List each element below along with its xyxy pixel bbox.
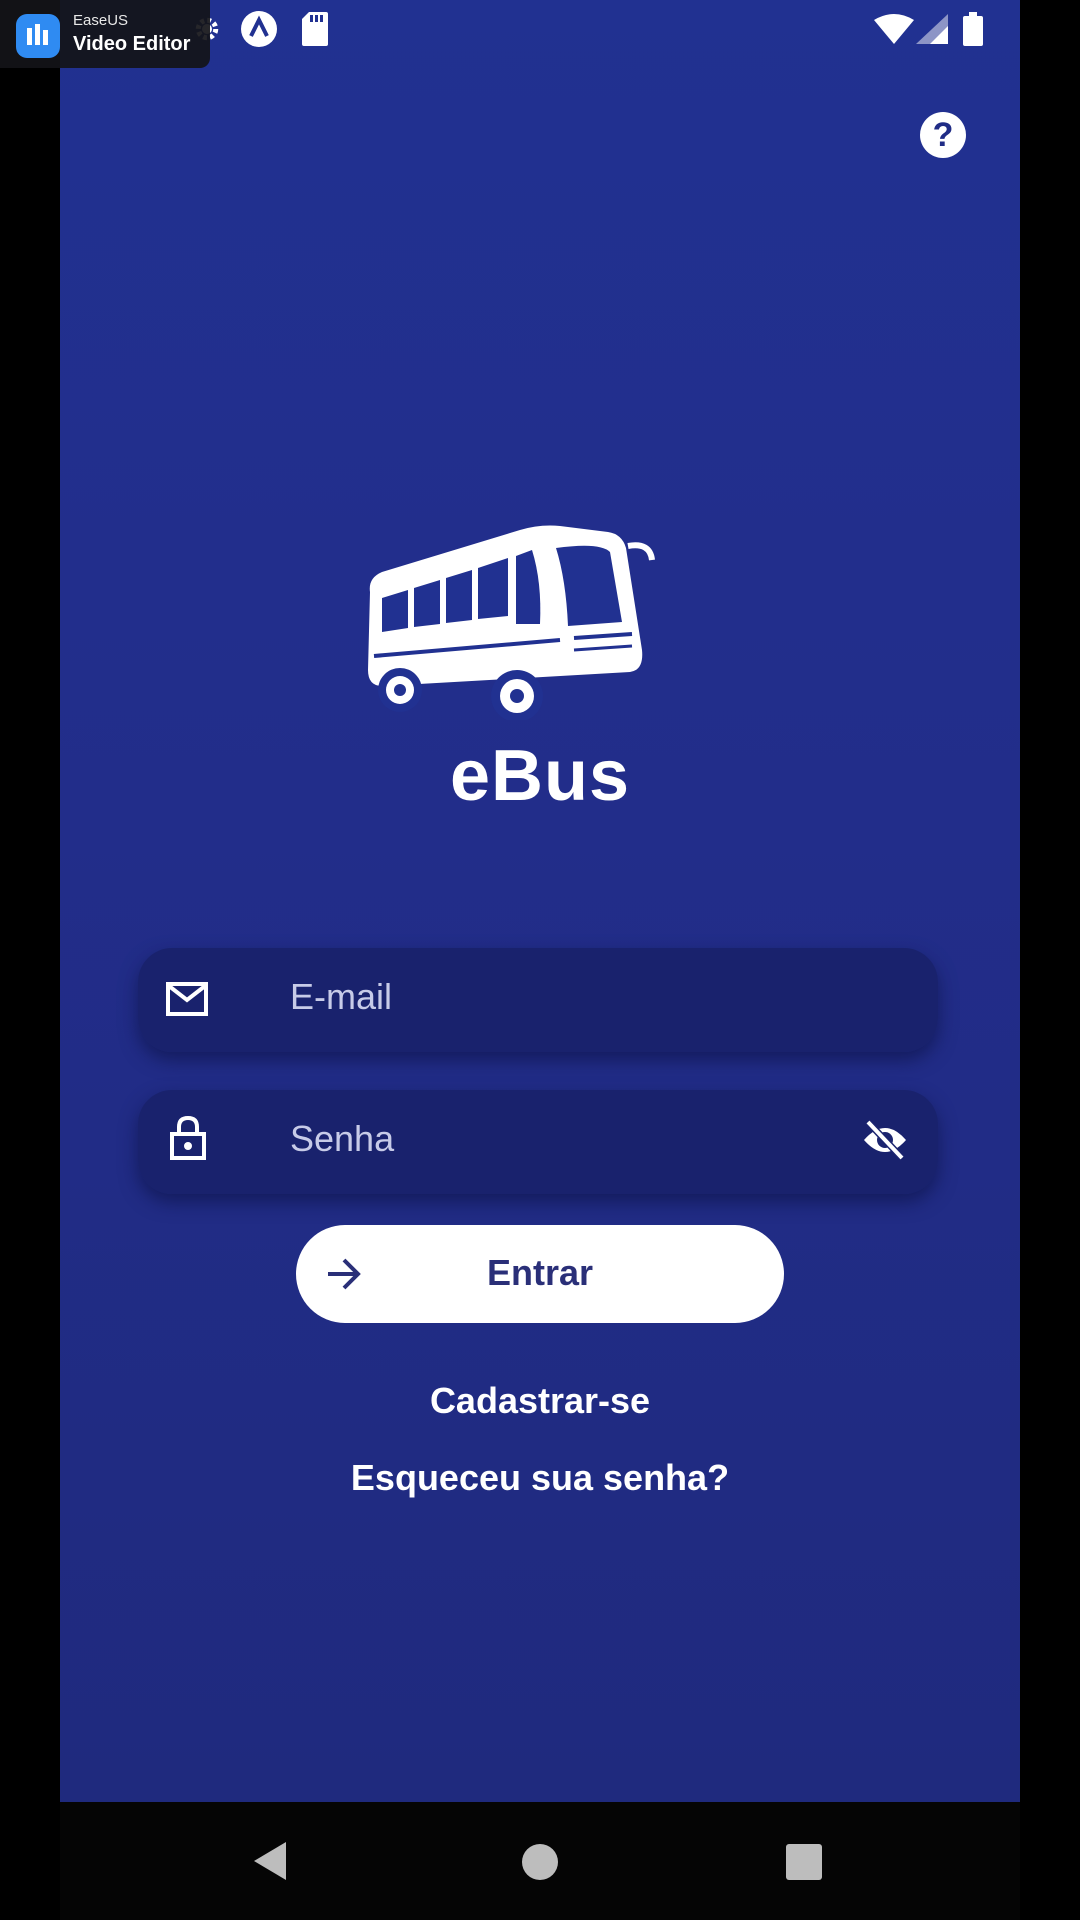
system-navigation-bar	[60, 1802, 1020, 1920]
cellular-signal-icon	[916, 14, 948, 44]
signup-link[interactable]: Cadastrar-se	[60, 1380, 1020, 1422]
email-field[interactable]: E-mail	[138, 948, 938, 1052]
padlock-icon	[170, 1116, 206, 1160]
password-placeholder: Senha	[290, 1118, 395, 1159]
forgot-password-link[interactable]: Esqueceu sua senha?	[60, 1457, 1020, 1499]
wifi-icon	[874, 14, 914, 44]
login-button[interactable]: Entrar	[296, 1225, 784, 1323]
envelope-icon	[166, 982, 208, 1016]
app-name: eBus	[449, 736, 631, 816]
email-placeholder: E-mail	[290, 976, 393, 1017]
recorder-watermark: EaseUS Video Editor	[0, 0, 210, 68]
login-screen: ? eBus E-mail Senha Entrar Cadastrar-se …	[60, 0, 1020, 1802]
question-mark-icon: ?	[932, 116, 954, 154]
help-button[interactable]: ?	[920, 112, 966, 158]
app-notification-icon	[241, 11, 277, 47]
bus-logo-icon	[368, 525, 655, 720]
visibility-off-icon[interactable]	[862, 1120, 908, 1160]
device-frame: ? eBus E-mail Senha Entrar Cadastrar-se …	[0, 0, 1080, 1920]
login-button-label: Entrar	[486, 1252, 594, 1293]
battery-icon	[963, 12, 983, 46]
home-icon[interactable]	[522, 1844, 558, 1880]
recorder-logo-icon	[16, 14, 60, 58]
recorder-brand: EaseUS	[73, 12, 129, 29]
recents-icon[interactable]	[786, 1844, 822, 1880]
sd-card-icon	[302, 12, 328, 46]
password-field[interactable]: Senha	[138, 1090, 938, 1194]
recorder-product: Video Editor	[73, 33, 191, 55]
back-icon[interactable]	[252, 1840, 288, 1882]
